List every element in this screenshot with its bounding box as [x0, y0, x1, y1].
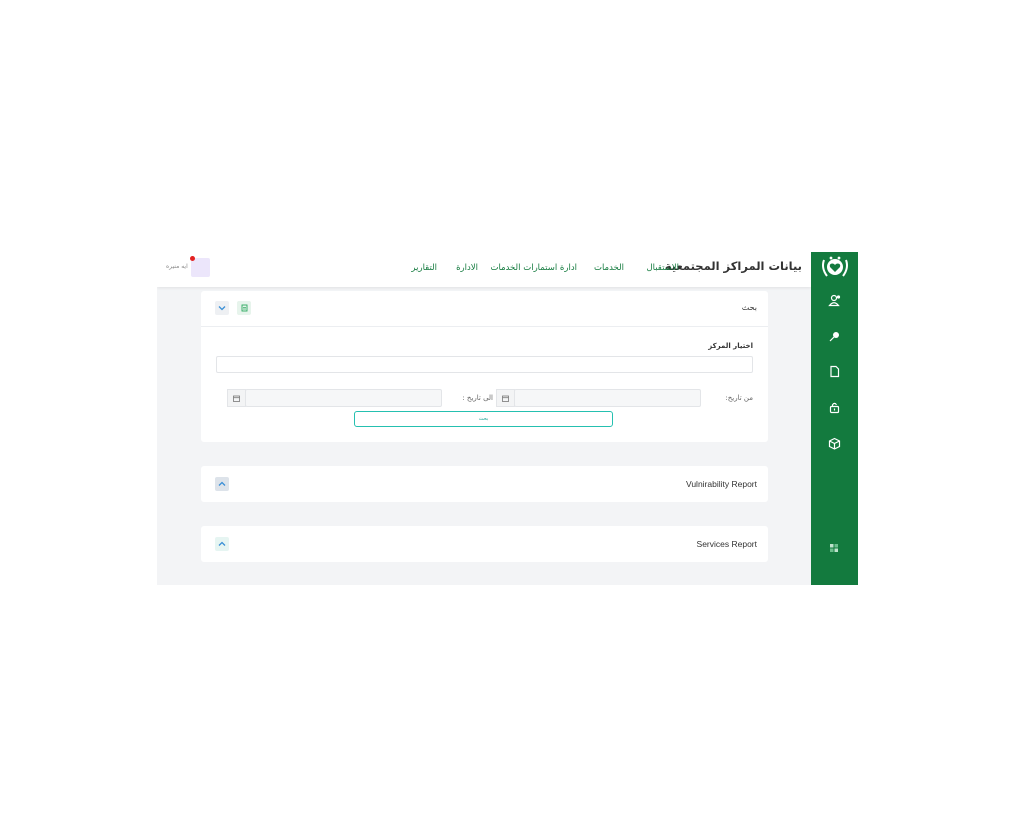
nav-item-service-forms[interactable]: ادارة استمارات الخدمات	[490, 263, 577, 273]
services-report-title: Services Report	[696, 539, 757, 549]
top-header: بيانات المراكز المجتمعية الاستقبال الخدم…	[157, 252, 811, 287]
lock-icon[interactable]	[823, 396, 845, 418]
logo-emblem[interactable]	[818, 253, 851, 281]
nav-item-services[interactable]: الخدمات	[594, 263, 624, 273]
search-card-title: بحث	[741, 303, 757, 312]
search-button[interactable]: بحث	[354, 411, 613, 427]
services-report-card: Services Report	[201, 526, 768, 562]
grid-icon[interactable]	[823, 537, 845, 559]
to-calendar-icon[interactable]	[227, 389, 246, 407]
document-icon[interactable]	[237, 301, 251, 315]
to-date-input[interactable]	[245, 389, 442, 407]
nav-item-reception[interactable]: الاستقبال	[646, 263, 679, 273]
from-date-label: من تاريخ:	[725, 394, 753, 402]
center-select[interactable]	[216, 356, 753, 373]
card-divider	[201, 326, 768, 327]
collapse-button[interactable]	[215, 301, 229, 315]
from-date-input[interactable]	[514, 389, 701, 407]
add-user-icon[interactable]	[823, 289, 845, 311]
nav-item-administration[interactable]: الادارة	[456, 263, 478, 273]
brand-title: بيانات المراكز المجتمعية	[664, 259, 802, 273]
file-icon[interactable]	[823, 360, 845, 382]
user-name[interactable]: ايه منيره	[166, 263, 188, 270]
app-window: بيانات المراكز المجتمعية الاستقبال الخدم…	[157, 252, 858, 585]
sidebar	[811, 252, 858, 585]
expand-button[interactable]	[215, 477, 229, 491]
notification-dot	[190, 256, 195, 261]
box-icon[interactable]	[823, 432, 845, 454]
nav-item-reports[interactable]: التقارير	[411, 263, 437, 273]
expand-button[interactable]	[215, 537, 229, 551]
to-date-label: الى تاريخ :	[462, 394, 493, 402]
vulnerability-report-title: Vulnirability Report	[685, 479, 757, 489]
from-calendar-icon[interactable]	[496, 389, 515, 407]
center-label: اختيار المركز	[708, 342, 753, 350]
search-card: بحث اختيار المركز من تاريخ: الى تاريخ : …	[201, 291, 768, 442]
avatar[interactable]	[191, 258, 210, 277]
vulnerability-report-card: Vulnirability Report	[201, 466, 768, 502]
search-icon[interactable]	[823, 325, 845, 347]
